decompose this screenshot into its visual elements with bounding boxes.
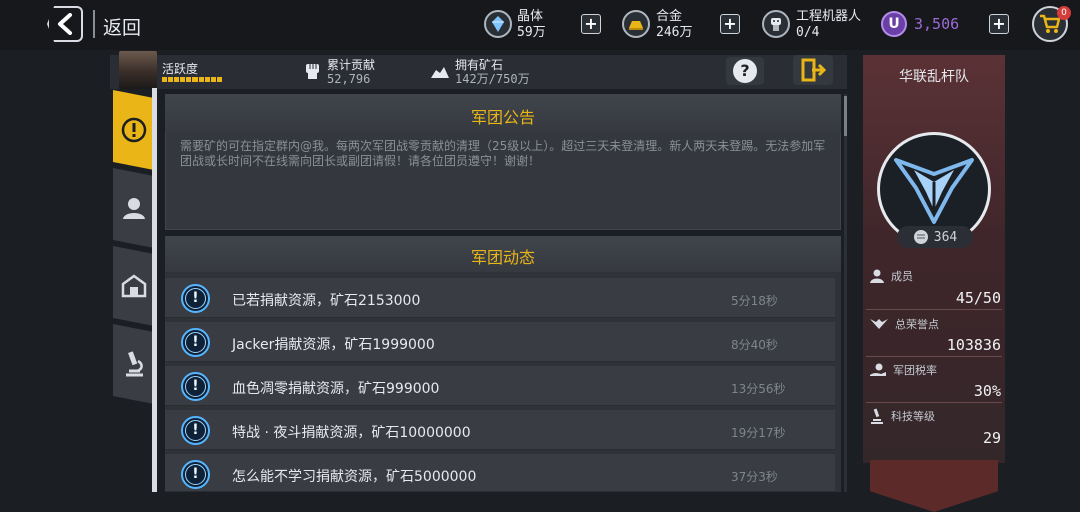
event-row[interactable]: ! 特战 · 夜斗捐献资源，矿石10000000 19分17秒 [165,410,835,450]
alloy-value: 246万 [656,25,693,40]
tax-stat-value: 30% [973,382,1001,400]
event-text: 特战 · 夜斗捐献资源，矿石10000000 [232,425,471,441]
legion-banner-tail [870,460,998,512]
honor-stat-value: 103836 [946,336,1001,354]
add-crystal-button[interactable]: + [581,14,601,34]
event-text: Jacker捐献资源，矿石1999000 [232,337,435,353]
tax-hand-icon [870,363,886,376]
event-time: 5分18秒 [731,294,778,308]
divider [866,356,1002,357]
fist-icon [304,61,322,85]
members-icon [870,269,884,283]
alert-icon: ! [181,284,210,313]
back-label[interactable]: 返回 [103,13,141,40]
microscope-icon [125,351,143,377]
tax-stat-label: 军团税率 [869,362,937,378]
emblem-icon [894,158,974,224]
alert-icon: ! [181,460,210,489]
robot-label: 工程机器人 [796,9,862,24]
event-row[interactable]: ! Jacker捐献资源，矿石1999000 8分40秒 [165,322,835,362]
add-currency-button[interactable]: + [989,14,1009,34]
building-icon [121,274,146,298]
legion-points-value: 364 [933,229,958,245]
ore-icon [430,64,450,83]
alert-icon: ! [181,416,210,445]
activity-label: 活跃度 [162,62,199,76]
microscope-icon [871,408,883,424]
robot-icon [762,10,790,38]
crystal-label: 晶体 [517,9,544,24]
robot-value: 0/4 [796,25,820,40]
tab-tech[interactable] [113,324,154,404]
contribution-label: 累计贡献 [327,58,376,72]
scrollbar-thumb[interactable] [844,96,847,136]
alert-icon [121,117,146,143]
honor-wings-icon [870,319,888,329]
tab-members[interactable] [113,168,154,248]
ore-label: 拥有矿石 [455,58,504,72]
exit-door-icon [801,58,826,82]
event-text: 已若捐献资源，矿石2153000 [232,293,421,309]
divider [866,309,1002,310]
event-row[interactable]: ! 已若捐献资源，矿石2153000 5分18秒 [165,278,835,318]
coin-stack-icon [913,230,928,244]
event-text: 血色凋零捐献资源，矿石999000 [232,381,440,397]
alert-icon: ! [181,372,210,401]
tab-rail [152,88,157,492]
divider [866,402,1002,403]
cart-badge: 0 [1057,6,1071,20]
tech-stat-label: 科技等级 [869,408,935,424]
honor-stat-label: 总荣誉点 [869,316,939,332]
alloy-label: 合金 [656,9,683,24]
members-stat-value: 45/50 [955,289,1001,307]
person-icon [122,198,145,219]
members-stat-label: 成员 [869,268,913,284]
legion-name: 华联乱杆队 [899,69,969,85]
event-row[interactable]: ! 怎么能不学习捐献资源，矿石5000000 37分3秒 [165,454,835,492]
event-time: 8分40秒 [731,338,778,352]
legion-points: 364 [897,226,973,248]
currency-u-icon: U [881,11,907,37]
activity-bar [162,77,222,82]
tab-buildings[interactable] [113,246,154,326]
ore-value: 142万/750万 [455,72,530,86]
tab-notice[interactable] [113,90,154,170]
alloy-icon [622,10,650,38]
event-time: 37分3秒 [731,470,778,484]
alert-icon: ! [181,328,210,357]
event-time: 19分17秒 [731,426,786,440]
avatar[interactable] [119,51,157,89]
add-alloy-button[interactable]: + [720,14,740,34]
event-text: 怎么能不学习捐献资源，矿石5000000 [232,469,477,485]
back-button[interactable] [47,6,83,42]
divider [93,10,95,38]
tech-stat-value: 29 [982,429,1001,447]
events-title: 军团动态 [470,248,535,267]
chevron-left-icon [58,13,72,35]
help-button[interactable]: ? [726,57,764,85]
notice-title: 军团公告 [470,108,535,127]
contribution-value: 52,796 [327,72,371,86]
scrollbar[interactable] [844,94,847,492]
currency-value: 3,506 [914,15,960,33]
crystal-icon [484,10,512,38]
question-icon: ? [733,59,757,83]
event-time: 13分56秒 [731,382,786,396]
exit-legion-button[interactable] [793,55,833,85]
event-row[interactable]: ! 血色凋零捐献资源，矿石999000 13分56秒 [165,366,835,406]
crystal-value: 59万 [517,25,546,40]
notice-text: 需要矿的可在指定群内@我。每两次军团战零贡献的清理（25级以上）。超过三天未登清… [180,139,826,168]
